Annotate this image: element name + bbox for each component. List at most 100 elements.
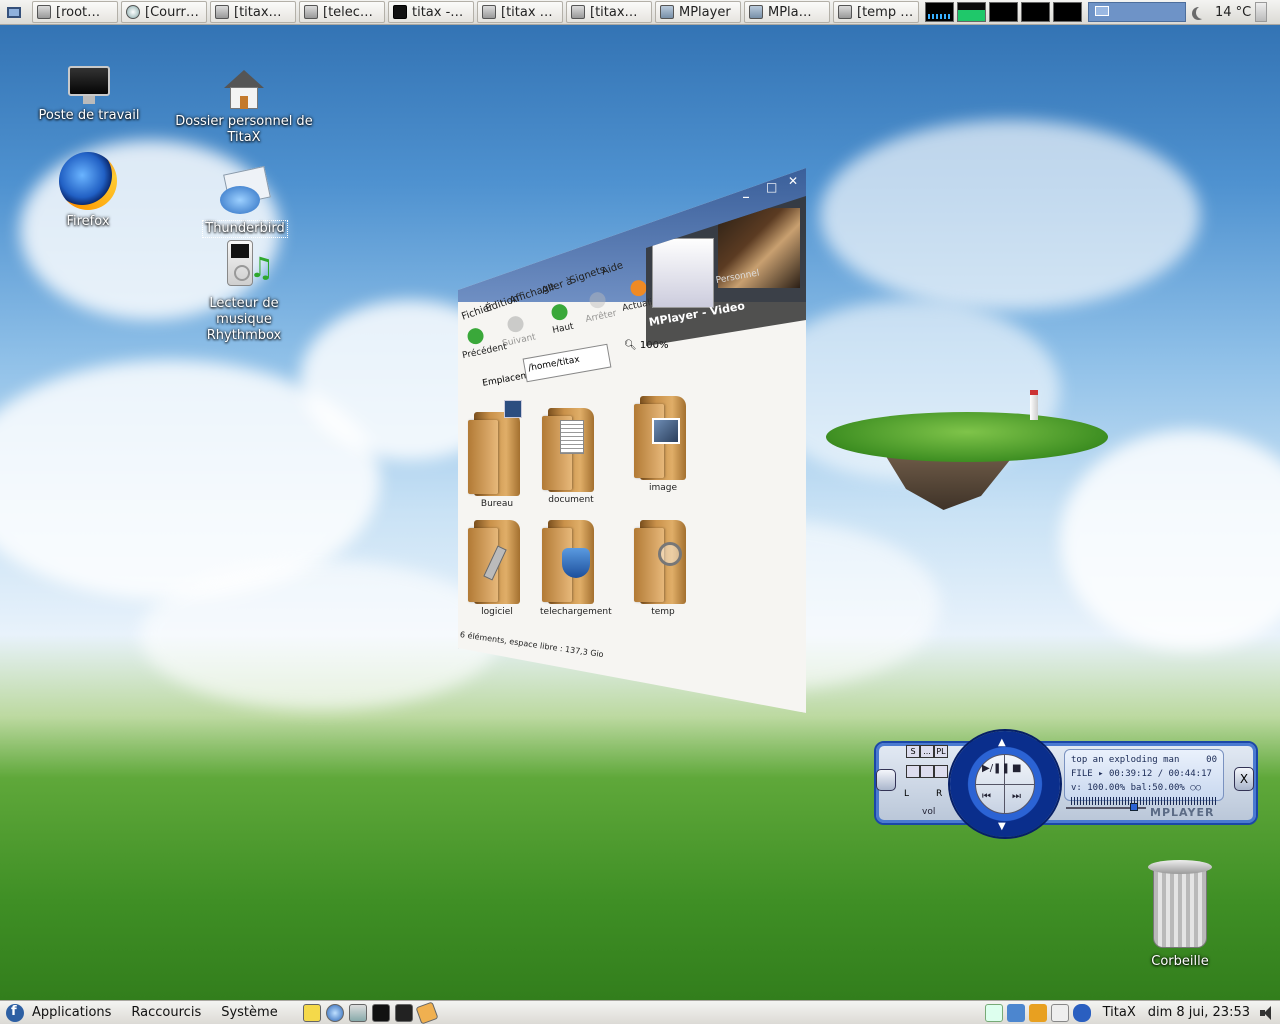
taskbar-window-button[interactable]: MPlayer	[655, 1, 741, 23]
stop-label: Arrêter	[584, 308, 618, 325]
skin-button-playlist[interactable]: PL	[934, 745, 948, 758]
forward-button[interactable]: Suivant	[497, 313, 537, 349]
eject-up-icon[interactable]: ▲	[998, 737, 1006, 748]
desktop-icon	[7, 6, 21, 18]
menu-systeme[interactable]: Système	[221, 1005, 277, 1020]
play-pause-icon[interactable]: ▶/❚❚	[982, 763, 1010, 774]
desktop-icon-rhythmbox[interactable]: ♫ Lecteur de musique Rhythmbox	[180, 240, 308, 344]
window-icon	[37, 5, 51, 19]
taskbar-window-button[interactable]: [titax …	[477, 1, 563, 23]
up-button[interactable]: Haut	[543, 301, 579, 337]
taskbar-window-button[interactable]: [root…	[32, 1, 118, 23]
close-icon[interactable]: ✕	[788, 174, 798, 188]
stop-button[interactable]: Arrêter	[579, 289, 618, 325]
volume-icon[interactable]	[1260, 1005, 1274, 1020]
down-icon[interactable]: ▼	[998, 821, 1006, 832]
maximize-icon[interactable]: □	[766, 180, 777, 194]
skin-button-more[interactable]: ...	[920, 745, 934, 758]
preferences-wrench-icon[interactable]	[876, 769, 896, 791]
folder-image[interactable]: image	[634, 396, 692, 493]
tools-icon[interactable]	[1028, 1003, 1047, 1022]
desktop-icon-trash[interactable]: Corbeille	[1140, 850, 1220, 970]
back-button[interactable]: Précédent	[458, 325, 508, 361]
taskbar-window-button[interactable]: [titax…	[566, 1, 652, 23]
menu-applications[interactable]: Applications	[32, 1005, 111, 1020]
workspace-switcher[interactable]	[1088, 2, 1186, 22]
window-icon	[838, 5, 852, 19]
taskbar-window-button[interactable]: [temp …	[833, 1, 919, 23]
download-shield-icon	[562, 548, 590, 578]
mail-launcher-icon[interactable]	[348, 1003, 367, 1022]
folder-label: image	[648, 483, 678, 493]
memory-monitor[interactable]	[957, 2, 986, 22]
network-icon[interactable]	[984, 1003, 1003, 1022]
skin-button-s[interactable]: S	[906, 745, 920, 758]
desktop-icon-label: Firefox	[66, 214, 110, 229]
reload-icon	[629, 278, 649, 298]
desktop-icon-firefox[interactable]: Firefox	[50, 152, 126, 230]
show-desktop-button[interactable]	[2, 1, 26, 23]
thunderbird-icon	[218, 164, 272, 216]
location-input[interactable]: /home/titax	[522, 343, 612, 383]
back-label: Précédent	[461, 342, 508, 362]
desktop-icon-thunderbird[interactable]: Thunderbird	[200, 164, 290, 238]
cpu-monitor[interactable]	[925, 2, 954, 22]
eraser-launcher-icon[interactable]	[415, 1000, 439, 1024]
notes-launcher-icon[interactable]	[302, 1003, 321, 1022]
taskbar-window-label: MPla…	[768, 4, 812, 20]
stop-icon	[588, 290, 608, 310]
taskbar-window-button[interactable]: [telec…	[299, 1, 385, 23]
next-frame-icon[interactable]	[920, 765, 934, 778]
rewind-icon[interactable]: ⏮	[982, 791, 991, 802]
swap-monitor[interactable]	[1021, 2, 1050, 22]
folder-icon	[542, 408, 594, 492]
console-launcher-icon[interactable]	[394, 1003, 413, 1022]
seek-bar[interactable]	[1066, 803, 1146, 811]
bottom-panel: Applications Raccourcis Système TitaX di…	[0, 1000, 1280, 1024]
window-menu-icon[interactable]	[1255, 2, 1268, 22]
balance-right-label: R	[936, 789, 943, 799]
document-badge-icon	[560, 420, 584, 454]
folder-label: telechargement	[540, 607, 612, 617]
mplayer-icon	[749, 5, 763, 19]
desktop-icon-home[interactable]: Dossier personnel de TitaX	[172, 70, 316, 146]
clock[interactable]: dim 8 jui, 23:53	[1148, 1005, 1250, 1020]
menu-raccourcis[interactable]: Raccourcis	[131, 1005, 201, 1020]
weather-applet[interactable]: 14 °C	[1192, 5, 1251, 20]
web-browser-launcher-icon[interactable]	[325, 1003, 344, 1022]
taskbar-window-label: [Courri…	[145, 4, 202, 20]
mplayer-skin-window[interactable]: S ... PL L R vol ▶/❚❚ ■ ⏮ ⏭ ▲ ▼ top an e…	[874, 731, 1258, 837]
folder-document[interactable]: document	[542, 408, 598, 505]
stop-icon[interactable]: ■	[1012, 763, 1021, 774]
folder-icon	[634, 520, 686, 604]
folder-bureau[interactable]: Bureau	[468, 400, 522, 509]
folder-logiciel[interactable]: logiciel	[468, 520, 522, 617]
terminal-launcher-icon[interactable]	[371, 1003, 390, 1022]
bluetooth-icon[interactable]	[1072, 1003, 1091, 1022]
taskbar-window-label: [titax…	[234, 4, 282, 20]
taskbar-window-label: [titax…	[590, 4, 638, 20]
taskbar-window-button[interactable]: [titax…	[210, 1, 296, 23]
seek-thumb[interactable]	[1129, 803, 1138, 811]
update-icon[interactable]	[1006, 1003, 1025, 1022]
network-monitor[interactable]	[989, 2, 1018, 22]
taskbar-window-button[interactable]: titax -…	[388, 1, 474, 23]
minimize-icon[interactable]: _	[743, 184, 749, 198]
fullscreen-icon[interactable]	[906, 765, 920, 778]
load-monitor[interactable]	[1053, 2, 1082, 22]
envelope-icon[interactable]	[1050, 1003, 1069, 1022]
folder-temp[interactable]: temp	[634, 520, 692, 617]
folder-label: temp	[651, 607, 675, 617]
folder-icon	[468, 400, 522, 496]
user-name[interactable]: TitaX	[1103, 1005, 1136, 1020]
mplayer-close-button[interactable]: X	[1234, 767, 1254, 791]
desktop-icon-computer[interactable]: Poste de travail	[36, 66, 142, 124]
desktop-icon-label: Thunderbird	[202, 220, 288, 238]
taskbar-window-button[interactable]: MPla…	[744, 1, 830, 23]
weather-temperature: 14 °C	[1215, 4, 1252, 20]
fast-forward-icon[interactable]: ⏭	[1012, 791, 1021, 802]
taskbar-window-button[interactable]: [Courri…	[121, 1, 207, 23]
folder-telechargement[interactable]: telechargement	[540, 520, 612, 617]
mplayer-brand: MPLAYER	[1150, 806, 1215, 819]
equalizer-icon[interactable]	[934, 765, 948, 778]
